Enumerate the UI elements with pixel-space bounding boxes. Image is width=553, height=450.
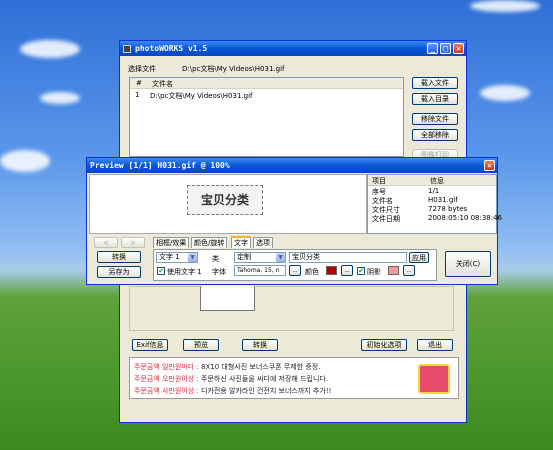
row-num: 1 — [135, 91, 140, 99]
next-button[interactable]: > — [121, 237, 145, 248]
load-folder-button[interactable]: 载入目录 — [412, 93, 458, 105]
font-field[interactable]: Tahoma, 15, n — [234, 265, 286, 276]
file-path: D:\pc文档\My Videos\H031.gif — [182, 65, 285, 73]
file-label: 选择文件 — [128, 65, 156, 73]
use-text-label: 使用文字 1 — [167, 268, 202, 276]
cloud — [480, 85, 530, 101]
save-as-button[interactable]: 另存为 — [97, 266, 141, 278]
info-row: 文件尺寸 7278 bytes — [372, 205, 468, 214]
preview-convert-button[interactable]: 转换 — [97, 251, 141, 263]
font-label: 字体 — [212, 268, 226, 276]
info-table[interactable]: 项目 信息 序号 1/1 文件名 H031.gif 文件尺寸 7278 bytes 文… — [367, 174, 503, 234]
cloud — [0, 150, 50, 172]
reset-options-button[interactable]: 初始化选项 — [361, 339, 407, 351]
app-icon — [123, 44, 131, 53]
info-row: 文件名 H031.gif — [372, 196, 458, 205]
type-label: 类 — [212, 255, 219, 263]
info-row: 序号 1/1 — [372, 187, 440, 196]
text-input[interactable]: 宝贝分类 — [289, 252, 407, 263]
info-row: 文件日期 2008:05:10 08:38:46 — [372, 214, 503, 223]
maximize-button[interactable]: □ — [440, 43, 451, 54]
remove-file-button[interactable]: 移除文件 — [412, 113, 458, 125]
info-col-value[interactable]: 信息 — [430, 176, 444, 186]
tab-strip: 相框/效果 颜色/旋转 文字 选项 — [153, 236, 423, 249]
preview-thumb — [200, 286, 255, 311]
prev-button[interactable]: < — [94, 237, 118, 248]
banner-line: 주문금액 오만원이상 : 주문하신 사진들을 씨디에 저장해 드립니다. — [134, 375, 329, 383]
tab-frame-effect[interactable]: 相框/效果 — [153, 237, 190, 248]
col-num[interactable]: # — [136, 79, 142, 87]
close-button[interactable]: ✕ — [453, 43, 464, 54]
color-label: 颜色 — [305, 268, 319, 276]
image-canvas: 宝贝分类 — [89, 174, 367, 234]
info-col-item[interactable]: 项目 — [372, 176, 386, 186]
shadow-picker-button[interactable]: .. — [403, 265, 415, 276]
main-titlebar: photoWORKS v1.5 _ □ ✕ — [120, 41, 466, 56]
chevron-down-icon: ▼ — [188, 253, 197, 262]
minimize-button[interactable]: _ — [427, 43, 438, 54]
preview-button[interactable]: 预览 — [183, 339, 219, 351]
cloud — [470, 0, 540, 12]
text-tab-panel: 文字 1 ▼ 类 定制 ▼ 宝贝分类 应用 ✔ 使用文字 1 字体 Tahoma, … — [153, 249, 437, 281]
cloud — [20, 40, 80, 58]
apply-button[interactable]: 应用 — [409, 252, 429, 263]
col-filename[interactable]: 文件名 — [152, 79, 173, 89]
shadow-label: 阴影 — [367, 268, 381, 276]
shadow-color-swatch[interactable] — [388, 266, 399, 275]
font-picker-button[interactable]: .. — [289, 265, 301, 276]
shadow-checkbox[interactable]: ✔ — [357, 267, 365, 275]
exif-button[interactable]: Exif信息 — [132, 339, 168, 351]
row-filename: D:\pc文档\My Videos\H031.gif — [150, 92, 253, 100]
color-picker-button[interactable]: .. — [341, 265, 353, 276]
preview-title: Preview [1/1] H031.gif @ 100% — [90, 161, 230, 170]
type-select[interactable]: 定制 ▼ — [234, 252, 286, 263]
text-color-swatch[interactable] — [326, 266, 337, 275]
tab-text[interactable]: 文字 — [231, 236, 251, 248]
window-title: photoWORKS v1.5 — [135, 44, 208, 53]
file-table[interactable]: # 文件名 1 D:\pc文档\My Videos\H031.gif — [129, 77, 404, 157]
banner-line: 주문금액 일만원마다 : 8X10 대형사진 보너스쿠폰 무제한 증정. — [134, 363, 321, 371]
remove-all-button[interactable]: 全部移除 — [412, 129, 458, 141]
convert-button[interactable]: 转换 — [242, 339, 278, 351]
preview-close-button[interactable]: ✕ — [484, 160, 495, 171]
tab-color-rotate[interactable]: 颜色/旋转 — [191, 237, 228, 248]
load-file-button[interactable]: 载入文件 — [412, 77, 458, 89]
table-row[interactable]: 1 D:\pc文档\My Videos\H031.gif — [130, 89, 403, 100]
preview-close-dialog-button[interactable]: 关闭(C) — [445, 251, 491, 277]
table-header: # 文件名 — [130, 78, 403, 89]
banner-line: 주문금액 사만원이상 : 디카전용 알카라인 건전지 보너스까지 추가!! — [134, 387, 332, 395]
chevron-down-icon: ▼ — [276, 253, 285, 262]
exit-button[interactable]: 退出 — [417, 339, 453, 351]
preview-image: 宝贝分类 — [187, 185, 263, 215]
preview-titlebar: Preview [1/1] H031.gif @ 100% ✕ — [87, 158, 497, 173]
ad-banner[interactable]: 주문금액 일만원마다 : 8X10 대형사진 보너스쿠폰 무제한 증정. 주문금… — [129, 357, 459, 399]
cloud — [40, 92, 80, 104]
text-select[interactable]: 文字 1 ▼ — [156, 252, 198, 263]
preview-window: Preview [1/1] H031.gif @ 100% ✕ 宝贝分类 项目 … — [86, 157, 503, 285]
info-header: 项目 信息 — [368, 175, 496, 186]
tab-options[interactable]: 选项 — [253, 237, 273, 248]
use-text-checkbox[interactable]: ✔ — [157, 267, 165, 275]
gift-box-icon — [418, 364, 450, 394]
option-panel — [129, 286, 454, 331]
